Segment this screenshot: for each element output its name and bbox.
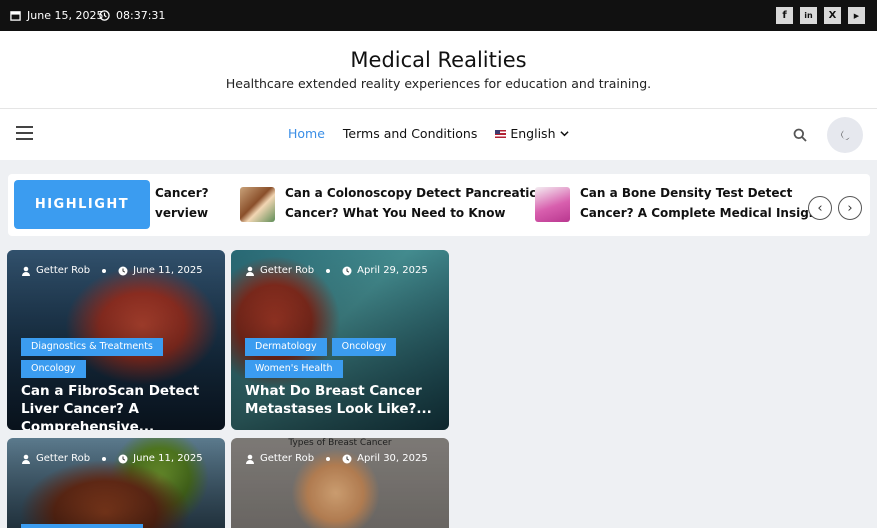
separator-dot: [326, 268, 331, 273]
main-nav: Home Terms and Conditions English: [0, 109, 877, 160]
ticker-item-line: Cancer? What You Need to Know: [285, 206, 506, 220]
clock-icon: [118, 454, 128, 463]
user-icon: [22, 266, 30, 276]
ticker-next-button[interactable]: ›: [838, 196, 862, 220]
moon-icon: [841, 130, 850, 140]
ticker-item[interactable]: Can a Bone Density Test Detect Cancer? A…: [580, 183, 823, 223]
ticker-item-line: Cancer?: [155, 186, 209, 200]
clock-icon: [342, 454, 352, 463]
post-card[interactable]: Getter Rob June 11, 2025: [7, 438, 225, 528]
dark-mode-toggle[interactable]: [827, 117, 863, 153]
current-time: 08:37:31: [116, 9, 166, 22]
facebook-icon[interactable]: f: [776, 7, 793, 24]
separator-dot: [102, 268, 107, 273]
site-title[interactable]: Medical Realities: [0, 48, 877, 72]
image-overlay: [7, 438, 225, 528]
ticker-item-line: verview: [155, 206, 209, 220]
separator-dot: [326, 456, 331, 461]
calendar-icon: [10, 11, 21, 21]
category-badge[interactable]: Women's Health: [245, 360, 343, 378]
post-meta: Getter Rob June 11, 2025: [21, 453, 203, 464]
post-meta: Getter Rob April 29, 2025: [245, 265, 428, 276]
post-date[interactable]: June 11, 2025: [133, 453, 203, 464]
x-icon[interactable]: X: [824, 7, 841, 24]
current-date: June 15, 2025: [27, 9, 104, 22]
nav-item-terms[interactable]: Terms and Conditions: [343, 126, 477, 141]
post-categories: Diagnostics & Treatments Oncology: [21, 338, 217, 378]
language-selector[interactable]: English: [495, 126, 569, 141]
ticker-item[interactable]: Cancer? verview: [155, 183, 209, 223]
post-meta: Getter Rob April 30, 2025: [245, 453, 428, 464]
ticker-item-line: Can a Colonoscopy Detect Pancreatic: [285, 186, 537, 200]
menu-toggle-icon[interactable]: [16, 126, 33, 140]
ticker-prev-button[interactable]: ‹: [808, 196, 832, 220]
site-tagline: Healthcare extended reality experiences …: [225, 76, 652, 91]
clock-icon: [118, 266, 128, 275]
image-overlay: [231, 438, 449, 528]
post-card[interactable]: Types of Breast Cancer Getter Rob April …: [231, 438, 449, 528]
ticker-thumbnail[interactable]: [240, 187, 275, 222]
chevron-down-icon: [559, 131, 569, 137]
post-meta: Getter Rob June 11, 2025: [21, 265, 203, 276]
clock-icon: [99, 10, 110, 21]
nav-item-home[interactable]: Home: [288, 126, 325, 141]
category-badge[interactable]: Diagnostics & Treatments: [21, 338, 163, 356]
post-date[interactable]: June 11, 2025: [133, 265, 203, 276]
time-display: 08:37:31: [99, 9, 165, 22]
post-title[interactable]: What Do Breast Cancer Metastases Look Li…: [245, 382, 441, 418]
post-card[interactable]: Getter Rob June 11, 2025 Diagnostics & T…: [7, 250, 225, 430]
ticker-item-line: Cancer? A Complete Medical Insight: [580, 206, 824, 220]
clock-icon: [342, 266, 352, 275]
date-display: June 15, 2025: [10, 9, 103, 22]
image-caption: Types of Breast Cancer: [288, 438, 392, 448]
post-title[interactable]: Can a FibroScan Detect Liver Cancer? A C…: [21, 382, 217, 430]
separator-dot: [102, 456, 107, 461]
post-categories: Dermatology Oncology Women's Health: [245, 338, 441, 378]
search-icon[interactable]: [793, 128, 807, 142]
post-author[interactable]: Getter Rob: [260, 265, 314, 276]
post-card[interactable]: Getter Rob April 29, 2025 Dermatology On…: [231, 250, 449, 430]
ticker-item[interactable]: Can a Colonoscopy Detect Pancreatic Canc…: [285, 183, 537, 223]
category-badge[interactable]: Oncology: [331, 338, 397, 356]
category-badge[interactable]: [21, 524, 143, 528]
category-badge[interactable]: Dermatology: [245, 338, 327, 356]
post-date[interactable]: April 29, 2025: [357, 265, 428, 276]
user-icon: [246, 454, 254, 464]
linkedin-icon[interactable]: in: [800, 7, 817, 24]
category-badge[interactable]: Oncology: [21, 360, 86, 378]
us-flag-icon: [495, 129, 507, 138]
post-author[interactable]: Getter Rob: [36, 453, 90, 464]
ticker-thumbnail[interactable]: [535, 187, 570, 222]
post-date[interactable]: April 30, 2025: [357, 453, 428, 464]
post-author[interactable]: Getter Rob: [36, 265, 90, 276]
top-bar: June 15, 2025 08:37:31 f in X ▶: [0, 0, 877, 31]
language-label: English: [510, 126, 556, 141]
site-header: Medical Realities Healthcare extended re…: [0, 31, 877, 109]
highlight-label: HIGHLIGHT: [14, 180, 150, 229]
ticker-item-line: Can a Bone Density Test Detect: [580, 186, 793, 200]
post-author[interactable]: Getter Rob: [260, 453, 314, 464]
social-links: f in X ▶: [776, 7, 865, 24]
user-icon: [22, 454, 30, 464]
nav-menu: Home Terms and Conditions English: [288, 126, 569, 141]
highlight-ticker: HIGHLIGHT Cancer? verview Can a Colonosc…: [8, 174, 870, 236]
youtube-icon[interactable]: ▶: [848, 7, 865, 24]
user-icon: [246, 266, 254, 276]
